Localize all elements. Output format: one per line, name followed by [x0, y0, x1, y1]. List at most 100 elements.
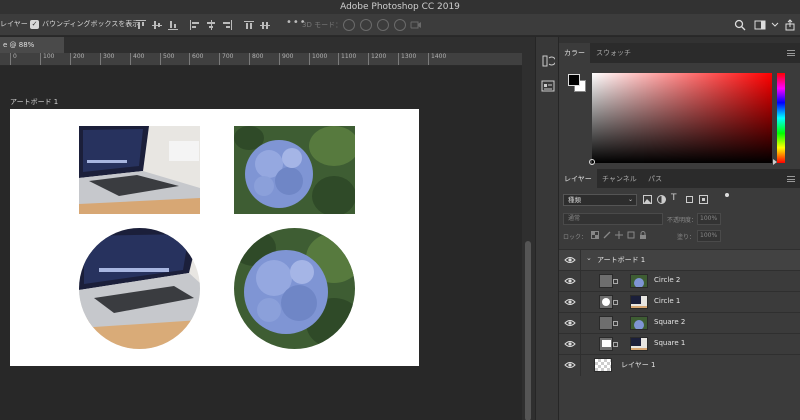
row-divider — [580, 292, 581, 313]
color-picker-field[interactable] — [589, 73, 772, 165]
link-icon[interactable] — [613, 321, 618, 326]
link-icon[interactable] — [613, 279, 618, 284]
chevron-down-icon[interactable]: ⌄ — [586, 254, 592, 262]
layer-name: Circle 2 — [654, 276, 681, 284]
panel-menu-icon[interactable] — [787, 50, 795, 56]
tab-channels[interactable]: チャンネル — [597, 169, 642, 189]
layer-row-square-2[interactable]: Square 2 — [559, 312, 800, 334]
visibility-eye-icon[interactable] — [564, 276, 576, 286]
flower-thumbnail[interactable] — [630, 274, 648, 288]
artboard[interactable] — [10, 109, 419, 366]
tab-layers[interactable]: レイヤー — [559, 169, 597, 189]
workspace-icon[interactable] — [754, 19, 766, 31]
transparent-thumbnail[interactable] — [594, 358, 612, 372]
tab-swatches[interactable]: スウォッチ — [591, 43, 636, 63]
align-bottom-icon[interactable] — [168, 20, 178, 30]
filter-adjustment-icon[interactable] — [657, 195, 666, 204]
layers-panel-tabs: レイヤー チャンネル パス — [559, 169, 800, 189]
lock-transparent-icon[interactable] — [591, 231, 599, 239]
align-top-icon[interactable] — [136, 20, 146, 30]
layer-row-artboard[interactable]: ⌄ アートボード 1 — [559, 249, 800, 271]
artboard-label[interactable]: アートボード 1 — [10, 97, 58, 107]
lock-label: ロック： — [563, 234, 588, 241]
history-icon[interactable] — [541, 54, 555, 68]
lock-pixels-icon[interactable] — [603, 231, 611, 239]
scrollbar-thumb[interactable] — [525, 241, 531, 420]
tab-strip — [64, 37, 535, 53]
lock-artboard-icon[interactable] — [627, 231, 635, 239]
distribute-center-icon[interactable] — [260, 20, 270, 30]
visibility-eye-icon[interactable] — [564, 318, 576, 328]
layer-row-layer-1[interactable]: レイヤー 1 — [559, 354, 800, 376]
3d-mode-label: 3D モード： — [302, 21, 343, 29]
bbox-checkbox[interactable]: ✓ — [30, 20, 39, 29]
align-vcenter-icon[interactable] — [152, 20, 162, 30]
link-icon[interactable] — [613, 342, 618, 347]
visibility-eye-icon[interactable] — [564, 255, 576, 265]
align-left-icon[interactable] — [190, 20, 200, 30]
filter-smart-object-icon[interactable] — [699, 195, 708, 204]
canvas-area[interactable]: アートボード 1 — [0, 67, 522, 420]
laptop-thumbnail[interactable] — [630, 295, 648, 309]
blend-mode-select[interactable]: 通常 — [563, 213, 663, 225]
layer-mask-thumbnail[interactable] — [599, 295, 613, 309]
hue-slider[interactable] — [773, 73, 785, 165]
row-divider — [580, 271, 581, 292]
lock-all-icon[interactable] — [639, 231, 647, 239]
3d-camera-icon — [410, 21, 421, 29]
laptop-thumbnail[interactable] — [630, 337, 648, 351]
filter-kind-value: 種類 — [568, 196, 581, 204]
tab-color[interactable]: カラー — [559, 43, 590, 63]
filter-shape-icon[interactable] — [685, 195, 694, 204]
link-icon[interactable] — [613, 300, 618, 305]
distribute-top-icon[interactable] — [244, 20, 254, 30]
filter-toggle[interactable] — [725, 193, 729, 197]
align-right-icon[interactable] — [222, 20, 232, 30]
layer-row-square-1[interactable]: Square 1 — [559, 333, 800, 355]
layer-mask-thumbnail[interactable] — [599, 274, 613, 288]
properties-icon[interactable] — [541, 79, 555, 93]
tab-paths[interactable]: パス — [643, 169, 667, 189]
horizontal-ruler: 0 100 200 300 400 500 600 700 800 900 10… — [0, 53, 530, 66]
flower-circle-image[interactable] — [234, 228, 355, 349]
fill-input[interactable]: 100% — [697, 230, 721, 242]
window-title: Adobe Photoshop CC 2019 — [340, 2, 460, 12]
filter-pixel-icon[interactable] — [643, 195, 652, 204]
filter-type-icon[interactable]: T — [671, 194, 680, 203]
flower-square-image[interactable] — [234, 126, 355, 214]
layer-mask-thumbnail[interactable] — [599, 337, 613, 351]
layer-row-circle-2[interactable]: Circle 2 — [559, 270, 800, 292]
ruler-tick: 1300 — [398, 53, 416, 65]
panel-menu-icon[interactable] — [787, 176, 795, 182]
canvas-vertical-scrollbar[interactable] — [522, 53, 535, 420]
flower-thumbnail[interactable] — [630, 316, 648, 330]
visibility-eye-icon[interactable] — [564, 297, 576, 307]
filter-kind-select[interactable]: 種類 ⌄ — [563, 194, 637, 206]
laptop-circle-image[interactable] — [79, 228, 200, 349]
visibility-eye-icon[interactable] — [564, 339, 576, 349]
row-divider — [580, 334, 581, 355]
laptop-square-image[interactable] — [79, 126, 200, 214]
search-icon[interactable] — [734, 19, 746, 31]
panel-dock-strip — [535, 37, 559, 420]
opacity-input[interactable]: 100% — [697, 213, 721, 225]
foreground-color-swatch[interactable] — [568, 74, 580, 86]
layer-name: レイヤー 1 — [621, 361, 656, 369]
workspace-dropdown-icon[interactable] — [771, 19, 779, 31]
auto-select-dropdown[interactable]: レイヤー — [0, 19, 28, 29]
hue-slider-arrow[interactable] — [773, 159, 777, 165]
row-divider — [580, 250, 581, 271]
ruler-tick: 800 — [249, 53, 263, 65]
ruler-tick: 1100 — [338, 53, 356, 65]
picker-handle[interactable] — [589, 159, 595, 165]
align-hcenter-icon[interactable] — [206, 20, 216, 30]
layer-row-circle-1[interactable]: Circle 1 — [559, 291, 800, 313]
visibility-eye-icon[interactable] — [564, 360, 576, 370]
lock-position-icon[interactable] — [615, 231, 623, 239]
layer-mask-thumbnail[interactable] — [599, 316, 613, 330]
document-tab[interactable]: e @ 88% (RGB/8#) — [0, 37, 64, 65]
layer-name: Square 1 — [654, 339, 686, 347]
ruler-tick: 900 — [279, 53, 293, 65]
ruler-tick: 1000 — [309, 53, 327, 65]
share-icon[interactable] — [784, 19, 796, 31]
